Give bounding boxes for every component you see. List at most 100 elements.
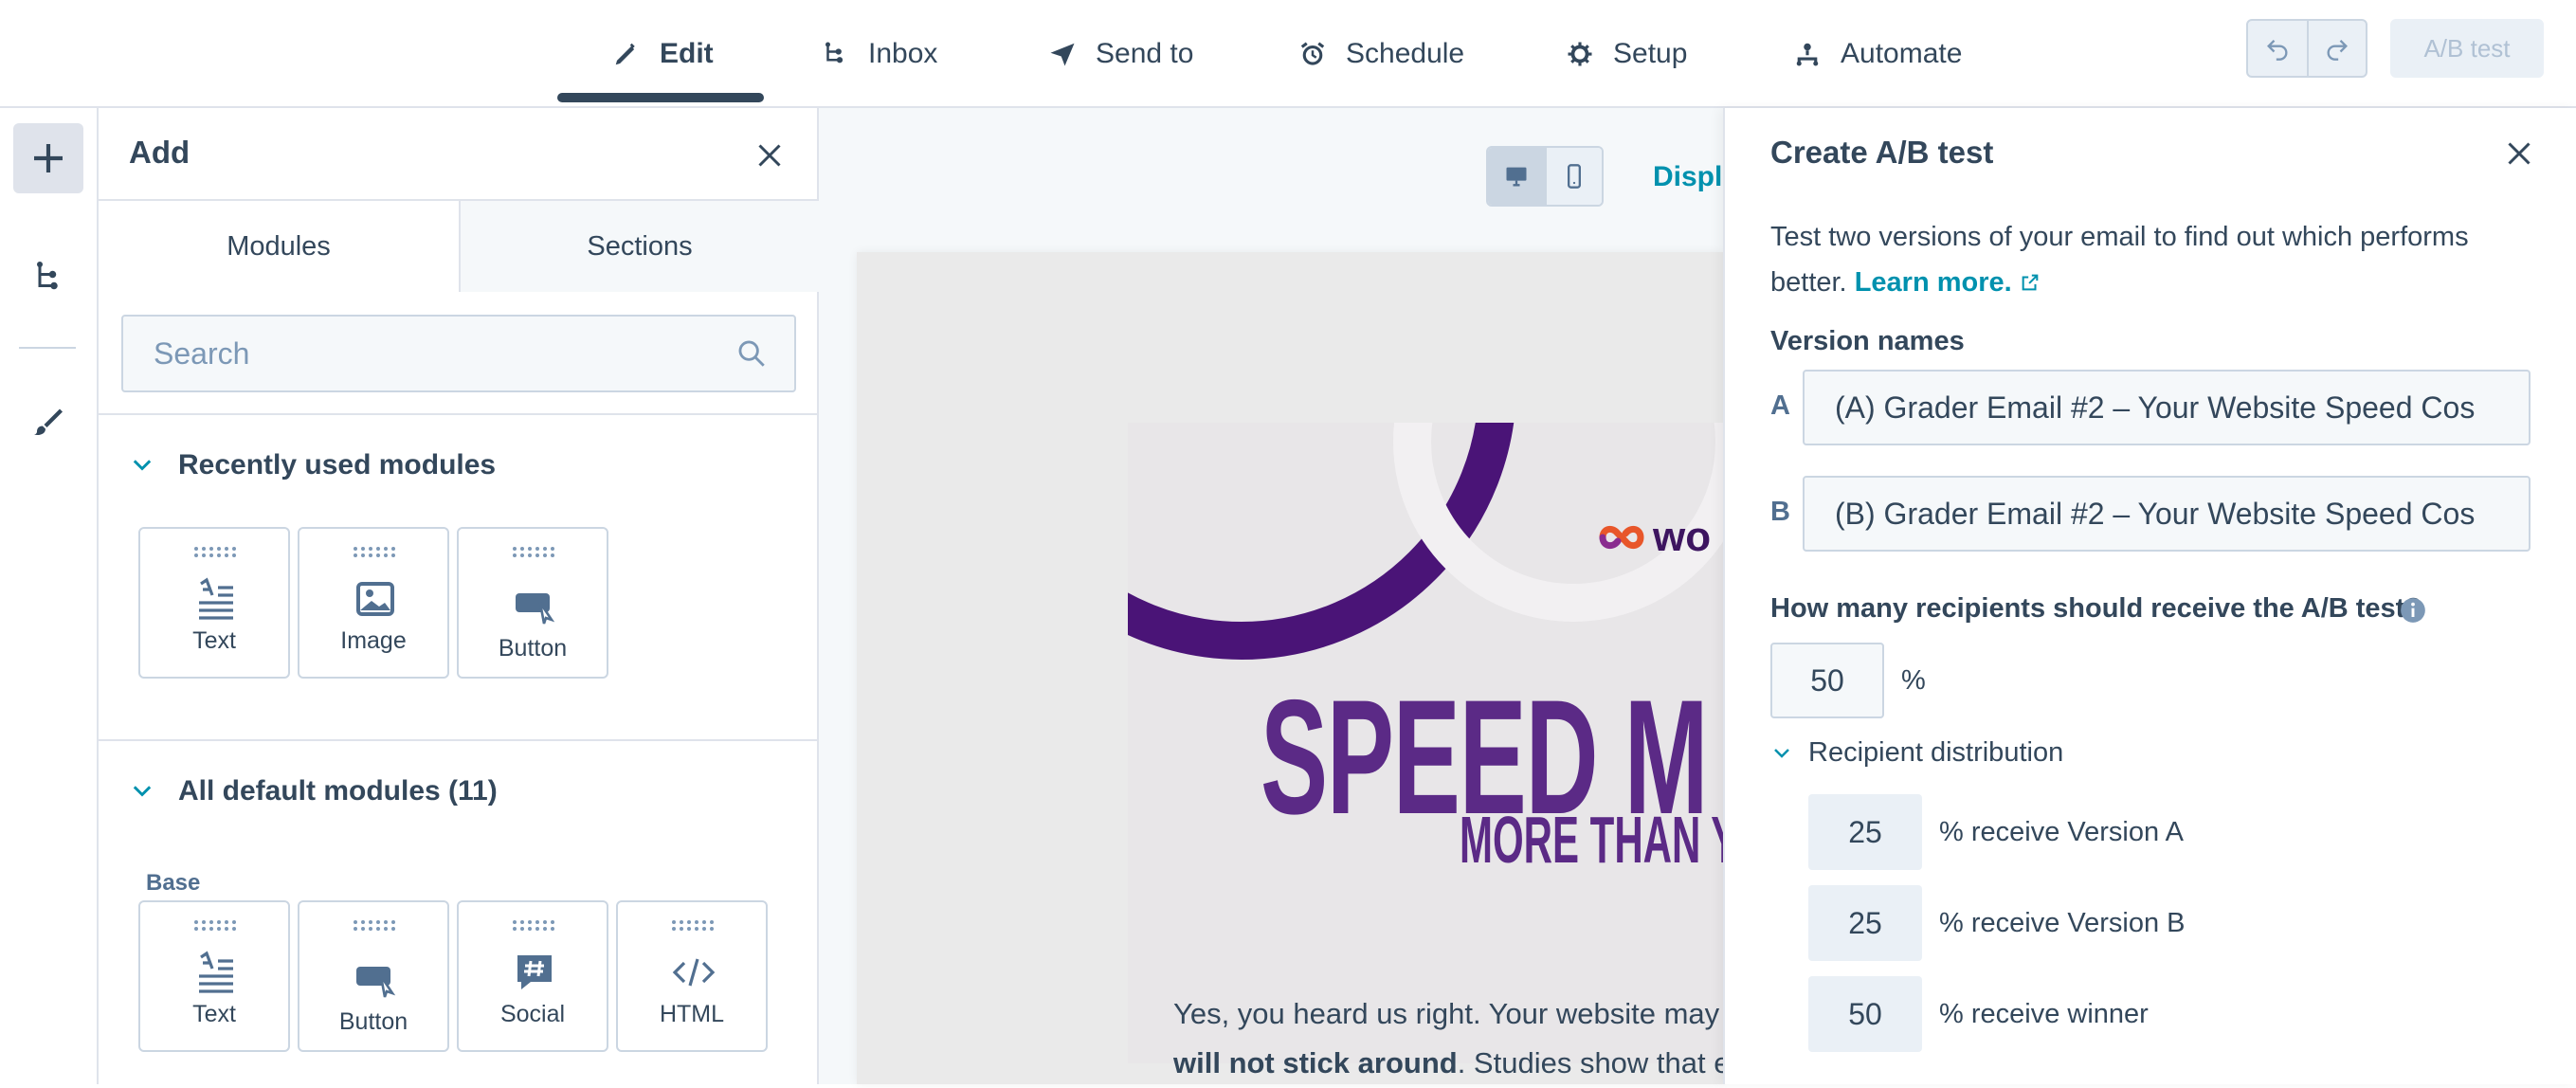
module-tile-text[interactable]: Text <box>138 527 290 679</box>
close-icon[interactable] <box>2502 136 2536 171</box>
distribution-value-a: 25 <box>1808 794 1922 870</box>
email-body-line-2: will not stick around. Studies show that… <box>1173 1039 1742 1088</box>
distribution-label-a: % receive Version A <box>1939 816 2184 847</box>
learn-more-text: Learn more. <box>1854 267 2012 298</box>
recipient-distribution-toggle[interactable]: Recipient distribution <box>1770 737 2063 769</box>
add-panel-tabs: Modules Sections <box>99 199 819 292</box>
mobile-icon <box>1567 164 1581 189</box>
version-b-field <box>1803 476 2531 552</box>
divider <box>99 413 819 415</box>
active-tab-indicator <box>557 93 764 102</box>
button-cursor-icon <box>516 593 555 625</box>
distribution-row-winner: 50 % receive winner <box>1808 976 2149 1052</box>
module-tile-button[interactable]: Button <box>457 527 608 679</box>
redo-icon <box>2327 40 2348 61</box>
recently-used-title: Recently used modules <box>178 449 497 481</box>
module-label: Button <box>498 635 568 662</box>
tab-send-to[interactable]: Send to <box>1048 0 1193 108</box>
redo-button[interactable] <box>2307 21 2366 76</box>
tab-inbox[interactable]: Inbox <box>821 0 937 108</box>
tab-sections[interactable]: Sections <box>459 201 819 292</box>
undo-icon <box>2267 40 2288 61</box>
email-body-text[interactable]: Yes, you heard us right. Your website ma… <box>1173 989 1742 1088</box>
rail-structure-button[interactable] <box>25 252 72 299</box>
module-tile-html[interactable]: HTML <box>616 900 768 1052</box>
image-icon <box>356 582 394 616</box>
tab-schedule[interactable]: Schedule <box>1298 0 1464 108</box>
tab-edit-label: Edit <box>660 38 714 69</box>
version-b-letter: B <box>1770 497 1790 527</box>
all-default-modules-title: All default modules (11) <box>178 775 498 807</box>
external-link-icon <box>2022 274 2039 291</box>
all-default-modules-header[interactable]: All default modules (11) <box>129 775 498 807</box>
email-body-line-1: Yes, you heard us right. Your website ma… <box>1173 997 1742 1030</box>
plus-icon <box>34 144 63 172</box>
tab-setup-label: Setup <box>1613 38 1688 69</box>
email-canvas: Displ wo SPEED M MORE THAN Y Yes, you he… <box>819 108 1742 1084</box>
tab-inbox-label: Inbox <box>868 38 938 69</box>
module-label: Text <box>192 1001 236 1027</box>
code-icon <box>672 958 716 987</box>
left-rail <box>0 108 99 1084</box>
info-icon[interactable] <box>2400 597 2426 624</box>
desktop-view-button[interactable] <box>1488 148 1545 205</box>
rail-design-button[interactable] <box>25 398 72 445</box>
learn-more-link[interactable]: Learn more. <box>1855 267 2041 298</box>
email-body-bold: will not stick around <box>1173 1046 1458 1079</box>
recently-used-header[interactable]: Recently used modules <box>129 449 496 481</box>
rail-add-button[interactable] <box>13 123 83 193</box>
percent-sign: % <box>1901 665 1926 696</box>
chevron-down-icon <box>1774 748 1789 758</box>
ab-test-button[interactable]: A/B test <box>2390 19 2544 78</box>
tab-automate[interactable]: Automate <box>1793 0 1962 108</box>
module-search <box>121 315 796 392</box>
chevron-down-icon <box>133 460 152 471</box>
tab-schedule-label: Schedule <box>1346 38 1465 69</box>
undo-redo-group <box>2246 19 2367 78</box>
module-label: Image <box>340 627 407 654</box>
add-panel-title: Add <box>129 135 190 170</box>
brand-logo-icon <box>1599 525 1644 550</box>
device-toggle <box>1486 146 1604 207</box>
desktop-icon <box>1506 167 1527 187</box>
tab-setup[interactable]: Setup <box>1566 0 1687 108</box>
drag-handle-icon <box>354 920 395 931</box>
email-subheadline: MORE THAN Y <box>1460 803 1723 877</box>
drag-handle-icon <box>194 547 236 557</box>
distribution-row-a: 25 % receive Version A <box>1808 794 2184 870</box>
tab-edit[interactable]: Edit <box>612 0 714 108</box>
divider <box>99 739 819 741</box>
base-group-label: Base <box>146 870 201 896</box>
email-hero-image[interactable]: wo SPEED M MORE THAN Y <box>1128 423 1723 1063</box>
display-link[interactable]: Displ <box>1653 161 1722 193</box>
search-input[interactable] <box>123 317 730 390</box>
recipients-percent-input[interactable]: 50 <box>1770 643 1884 718</box>
mobile-view-button[interactable] <box>1544 148 1602 205</box>
alarm-clock-icon <box>1300 42 1325 65</box>
distribution-row-b: 25 % receive Version B <box>1808 885 2186 961</box>
version-a-letter: A <box>1770 390 1790 421</box>
version-a-field <box>1803 370 2531 445</box>
distribution-value-b: 25 <box>1808 885 1922 961</box>
distribution-value-winner: 50 <box>1808 976 1922 1052</box>
module-tile-image[interactable]: Image <box>298 527 449 679</box>
undo-button[interactable] <box>2248 21 2307 76</box>
module-tile-social[interactable]: Social <box>457 900 608 1052</box>
drag-handle-icon <box>513 547 554 557</box>
module-tile-button[interactable]: Button <box>298 900 449 1052</box>
automation-icon <box>1796 43 1819 66</box>
version-b-input[interactable] <box>1805 478 2529 550</box>
gear-icon <box>1568 42 1592 66</box>
close-icon[interactable] <box>753 138 787 172</box>
ab-test-panel: Create A/B test Test two versions of you… <box>1723 108 2576 1084</box>
pencil-icon <box>615 43 635 65</box>
brand-text: wo <box>1653 514 1712 560</box>
version-a-input[interactable] <box>1805 372 2529 444</box>
tab-modules[interactable]: Modules <box>99 201 459 292</box>
text-icon <box>199 577 233 620</box>
module-tile-text[interactable]: Text <box>138 900 290 1052</box>
tree-structure-icon <box>37 262 58 290</box>
module-label: Button <box>338 1008 408 1035</box>
drag-handle-icon <box>354 547 395 557</box>
drag-handle-icon <box>513 920 554 931</box>
